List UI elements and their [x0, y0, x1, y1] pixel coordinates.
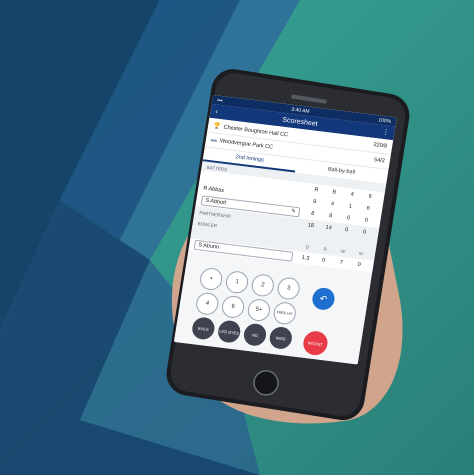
bat-icon: ▬	[210, 137, 218, 144]
battery-text: 100%	[377, 116, 392, 125]
scoresheet-screen: ▪▪▪ 3:40 AM 100% ‹ Scoresheet ⋮ 🏆 Chester…	[173, 95, 397, 365]
stat: 7	[339, 259, 344, 266]
batter-name: S Abbott	[204, 197, 227, 207]
stat: 0	[321, 257, 326, 264]
wide-key[interactable]: WIDE	[268, 325, 294, 351]
stat: 1	[348, 203, 353, 210]
stat: 0	[362, 229, 367, 236]
col-header: O	[305, 243, 310, 250]
one-run-key[interactable]: 1	[224, 270, 250, 295]
col-header: R	[313, 187, 319, 194]
stat: 4	[330, 201, 335, 208]
stat: 6	[366, 205, 371, 212]
undo-icon[interactable]: ↶	[310, 286, 337, 312]
col-header: M	[358, 250, 364, 256]
more-vertical-icon[interactable]: ⋮	[382, 128, 390, 137]
team-score: 54/2	[373, 157, 386, 165]
two-runs-key[interactable]: 2	[250, 273, 276, 298]
stat: 8	[328, 213, 333, 220]
edit-icon[interactable]: ✎	[291, 208, 297, 214]
byes-key[interactable]: BYES	[190, 316, 217, 341]
stat: 18	[307, 222, 315, 230]
stat: 0	[344, 227, 349, 234]
wicket-button[interactable]: WICKET	[301, 329, 330, 357]
bowler-name: S Abunn	[197, 242, 220, 251]
chevron-left-icon[interactable]: ‹	[215, 108, 218, 115]
leg-byes-key[interactable]: LEG BYES	[216, 319, 242, 344]
team-name: Woodvergue Park CC	[219, 138, 274, 151]
dot-ball-key[interactable]: •	[198, 266, 224, 292]
phone-screen: ▪▪▪ 3:40 AM 100% ‹ Scoresheet ⋮ 🏆 Chester…	[172, 95, 421, 377]
team-score: 220/8	[372, 141, 388, 150]
free-hit-key[interactable]: FREE HIT	[272, 301, 298, 326]
col-header: 6	[368, 193, 372, 200]
stat: 8	[310, 210, 315, 218]
col-header: R	[323, 246, 328, 252]
stat: 14	[325, 224, 333, 232]
stat: 0	[346, 215, 351, 222]
trophy-icon: 🏆	[212, 122, 222, 130]
scoring-keypad: • 1 2 3 ↶ 4 6 5+ FREE HIT BYES LEG BYES …	[173, 260, 371, 365]
page-title: Scoresheet	[281, 116, 319, 128]
no-ball-key[interactable]: NO	[242, 322, 268, 347]
stat: 0	[357, 261, 362, 269]
three-runs-key[interactable]: 3	[276, 276, 302, 301]
signal-icon: ▪▪▪	[216, 97, 224, 104]
four-runs-key[interactable]: 4	[194, 291, 220, 316]
col-header: 4	[350, 191, 355, 198]
col-header: B	[331, 189, 337, 196]
col-header: W	[340, 248, 346, 254]
five-plus-key[interactable]: 5+	[246, 297, 272, 323]
stat: 9	[312, 198, 317, 206]
stat: 1.3	[301, 254, 310, 262]
stat: 0	[364, 217, 369, 224]
six-runs-key[interactable]: 6	[220, 294, 246, 320]
